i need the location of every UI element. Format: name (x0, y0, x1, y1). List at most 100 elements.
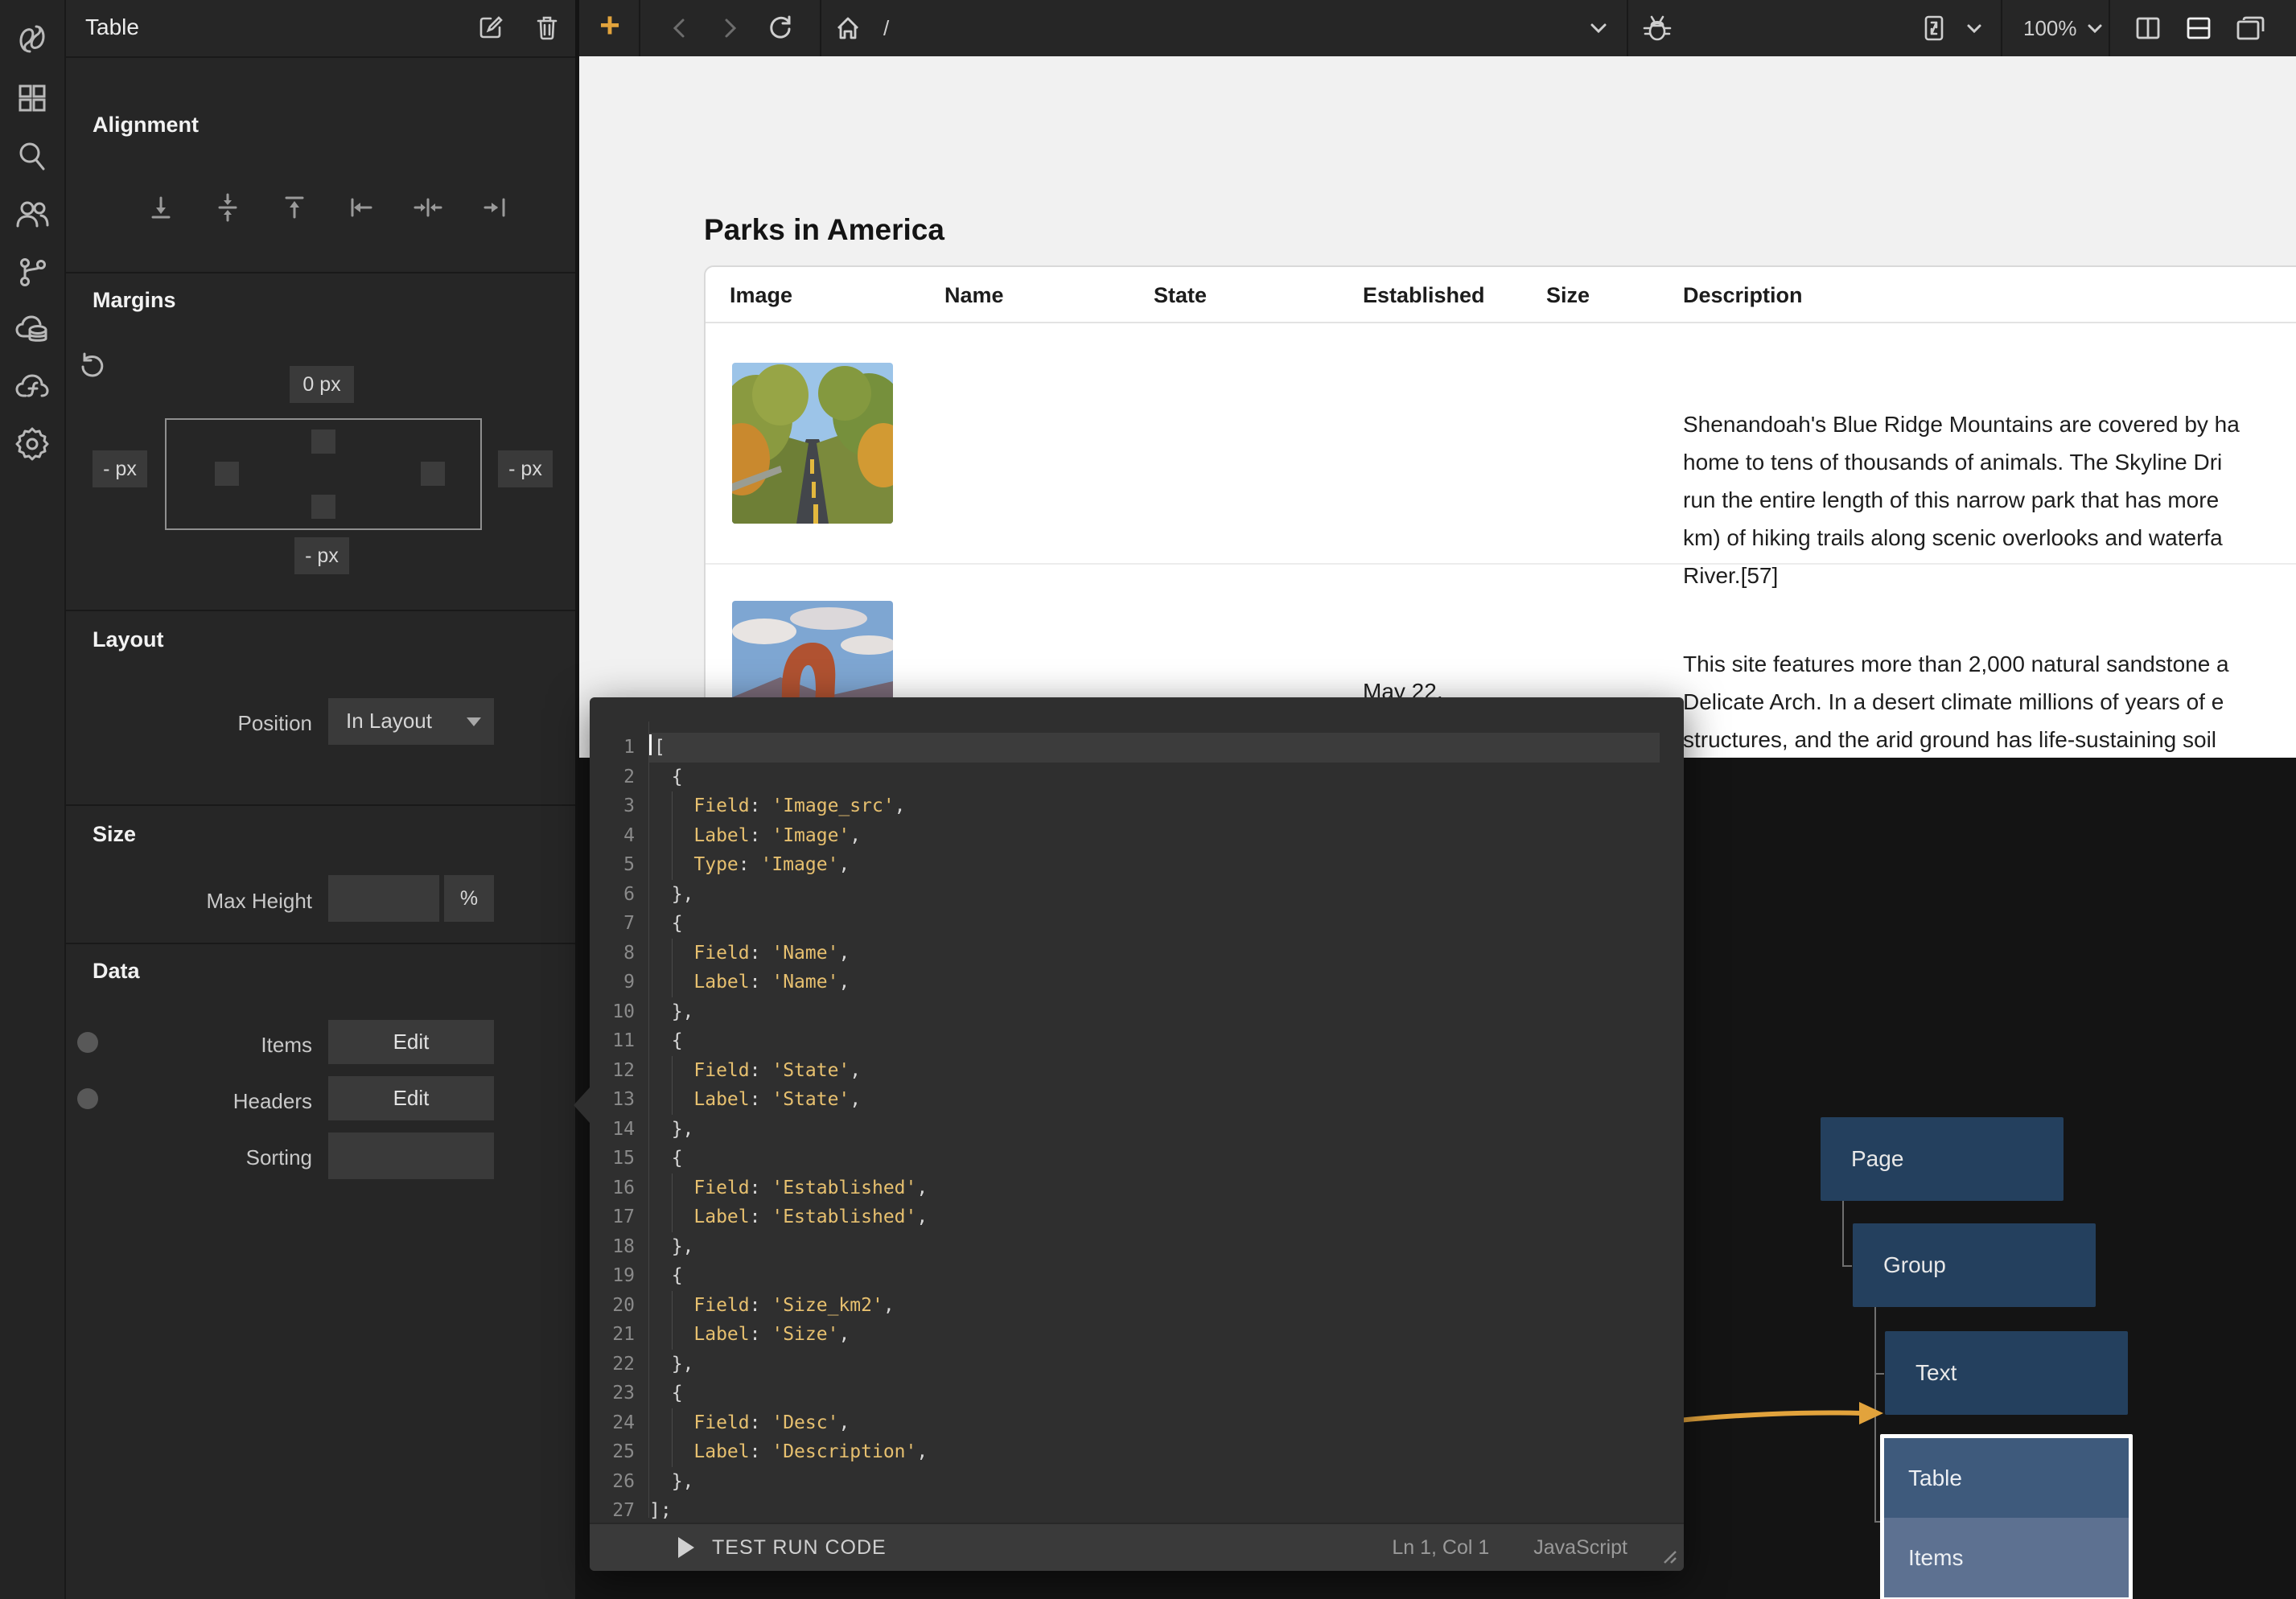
col-header-description[interactable]: Description (1683, 283, 1803, 308)
breadcrumb[interactable]: / (883, 16, 889, 41)
col-header-state[interactable]: State (1154, 283, 1207, 308)
app-canvas[interactable]: Parks in America Image Name State Establ… (579, 56, 2296, 758)
code-line[interactable]: Type: 'Image', (649, 850, 1660, 880)
zoom-chevron-down-icon[interactable] (2077, 10, 2113, 46)
settings-gear-icon[interactable] (14, 426, 50, 462)
code-line[interactable]: Field: 'Name', (649, 939, 1660, 968)
code-line[interactable]: Field: 'State', (649, 1056, 1660, 1086)
outline-node-page[interactable]: Page (1821, 1117, 2064, 1201)
parks-table[interactable]: Image Name State Established Size Descri… (704, 265, 2296, 758)
items-binding-dot[interactable] (77, 1032, 98, 1053)
node-label: Items (1908, 1545, 1963, 1571)
align-top-icon[interactable] (280, 183, 309, 232)
viewport-size-icon[interactable] (1916, 10, 1952, 46)
delete-component-icon[interactable] (531, 11, 563, 43)
margin-handle-top[interactable] (311, 430, 335, 454)
refresh-icon[interactable] (763, 10, 798, 46)
code-line[interactable]: }, (649, 997, 1660, 1027)
logo-icon[interactable] (14, 21, 50, 56)
code-line[interactable]: Label: 'Description', (649, 1437, 1660, 1467)
margin-right-value[interactable]: - px (498, 450, 553, 487)
outline-node-items[interactable]: Items (1884, 1518, 2129, 1597)
branch-icon[interactable] (14, 254, 50, 290)
code-line[interactable]: ]; (649, 1496, 1660, 1526)
nav-back-icon[interactable] (662, 10, 697, 46)
code-line[interactable]: { (649, 763, 1660, 792)
cloud-database-icon[interactable] (14, 312, 50, 347)
home-icon[interactable] (830, 10, 866, 46)
split-rows-icon[interactable] (2181, 10, 2216, 46)
margin-top-value[interactable]: 0 px (290, 366, 354, 403)
windows-stack-icon[interactable] (2232, 10, 2268, 46)
align-center-horizontal-icon[interactable] (414, 183, 442, 232)
headers-edit-button[interactable]: Edit (328, 1076, 494, 1120)
test-run-code-button[interactable]: TEST RUN CODE (678, 1536, 887, 1560)
viewport-chevron-down-icon[interactable] (1957, 10, 1992, 46)
outline-node-text[interactable]: Text (1885, 1331, 2128, 1415)
cursor-position: Ln 1, Col 1 (1392, 1536, 1489, 1560)
users-icon[interactable] (14, 196, 50, 232)
url-chevron-down-icon[interactable] (1581, 10, 1616, 46)
split-columns-icon[interactable] (2130, 10, 2166, 46)
code-line[interactable]: }, (649, 1467, 1660, 1497)
code-line[interactable]: { (649, 1261, 1660, 1291)
cell-description: This site features more than 2,000 natur… (1683, 645, 2296, 758)
sorting-label: Sorting (135, 1145, 312, 1170)
col-header-established[interactable]: Established (1363, 283, 1485, 308)
code-editor-popover[interactable]: 1234567891011121314151617181920212223242… (590, 697, 1684, 1571)
code-line[interactable]: [ (649, 733, 1660, 763)
code-line[interactable]: Label: 'State', (649, 1085, 1660, 1115)
align-middle-vertical-icon[interactable] (213, 183, 242, 232)
max-height-unit[interactable]: % (444, 875, 494, 922)
app-window: Table Alignment (0, 0, 2296, 1599)
outline-node-table[interactable]: Table (1884, 1438, 2129, 1518)
add-component-button[interactable]: + (592, 8, 627, 43)
code-line[interactable]: Label: 'Name', (649, 968, 1660, 997)
language-mode[interactable]: JavaScript (1533, 1536, 1627, 1560)
play-icon (678, 1537, 694, 1558)
zoom-level[interactable]: 100% (2023, 16, 2077, 41)
resize-grip-icon[interactable] (1656, 1544, 1677, 1564)
position-select-value: In Layout (346, 709, 432, 734)
code-line[interactable]: Field: 'Established', (649, 1174, 1660, 1203)
position-select[interactable]: In Layout (328, 698, 494, 745)
code-line[interactable]: { (649, 909, 1660, 939)
code-line[interactable]: }, (649, 1232, 1660, 1262)
col-header-size[interactable]: Size (1546, 283, 1590, 308)
code-line[interactable]: Label: 'Established', (649, 1202, 1660, 1232)
code-line[interactable]: Field: 'Size_km2', (649, 1291, 1660, 1321)
search-icon[interactable] (14, 138, 50, 174)
sorting-input[interactable] (328, 1132, 494, 1179)
reset-margins-icon[interactable] (77, 352, 106, 381)
align-right-icon[interactable] (480, 183, 509, 232)
nav-forward-icon[interactable] (712, 10, 747, 46)
align-left-icon[interactable] (347, 183, 376, 232)
edit-component-icon[interactable] (475, 11, 507, 43)
code-line[interactable]: }, (649, 880, 1660, 910)
align-bottom-icon[interactable] (146, 183, 175, 232)
margin-left-value[interactable]: - px (93, 450, 147, 487)
outline-node-group[interactable]: Group (1853, 1223, 2096, 1307)
headers-binding-dot[interactable] (77, 1088, 98, 1109)
items-edit-button[interactable]: Edit (328, 1020, 494, 1064)
code-line[interactable]: Field: 'Desc', (649, 1408, 1660, 1438)
code-line[interactable]: { (649, 1026, 1660, 1056)
margin-handle-left[interactable] (215, 462, 239, 486)
code-line[interactable]: Label: 'Size', (649, 1320, 1660, 1350)
code-line[interactable]: { (649, 1144, 1660, 1174)
cloud-function-icon[interactable] (14, 368, 50, 404)
outline-node-table-selected[interactable]: Table Items (1880, 1434, 2133, 1599)
code-line[interactable]: { (649, 1379, 1660, 1408)
col-header-image[interactable]: Image (730, 283, 792, 308)
margin-bottom-value[interactable]: - px (294, 537, 349, 574)
margin-handle-right[interactable] (421, 462, 445, 486)
debug-bug-icon[interactable] (1640, 10, 1675, 46)
code-line[interactable]: }, (649, 1115, 1660, 1145)
components-grid-icon[interactable] (14, 80, 50, 116)
margin-handle-bottom[interactable] (311, 495, 335, 519)
code-line[interactable]: }, (649, 1350, 1660, 1379)
code-line[interactable]: Label: 'Image', (649, 821, 1660, 851)
max-height-input[interactable] (328, 875, 439, 922)
col-header-name[interactable]: Name (944, 283, 1004, 308)
code-line[interactable]: Field: 'Image_src', (649, 791, 1660, 821)
